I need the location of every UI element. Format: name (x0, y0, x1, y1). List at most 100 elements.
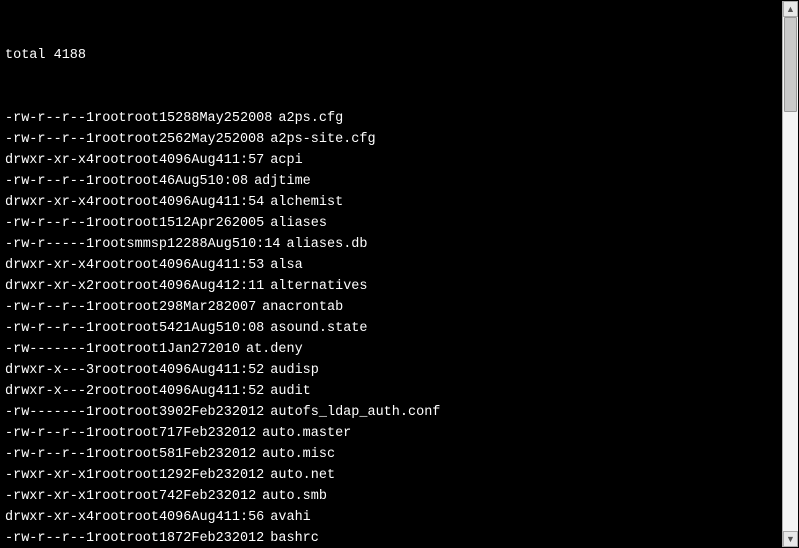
group-cell: root (127, 216, 159, 231)
time-cell: 2008 (240, 111, 272, 126)
group-cell: root (127, 300, 159, 315)
day-cell: 23 (216, 405, 232, 420)
listing-row: -rw-r--r--1rootroot46Aug510:08adjtime (5, 171, 782, 192)
day-cell: 26 (216, 216, 232, 231)
permissions-cell: -rw-r--r-- (5, 426, 86, 441)
day-cell: 5 (199, 174, 207, 189)
day-cell: 4 (216, 279, 224, 294)
month-cell: Aug (208, 237, 232, 252)
filename-cell: alternatives (264, 279, 367, 294)
time-cell: 2010 (208, 342, 240, 357)
filename-cell: at.deny (240, 342, 303, 357)
month-cell: Aug (191, 258, 215, 273)
links-cell: 1 (86, 468, 94, 483)
month-cell: Aug (191, 363, 215, 378)
filename-cell: acpi (264, 153, 302, 168)
links-cell: 4 (86, 258, 94, 273)
time-cell: 2012 (232, 405, 264, 420)
permissions-cell: -rw-r----- (5, 237, 86, 252)
time-cell: 10:08 (224, 321, 265, 336)
size-cell: 4096 (159, 258, 191, 273)
day-cell: 23 (208, 447, 224, 462)
links-cell: 1 (86, 405, 94, 420)
month-cell: Apr (191, 216, 215, 231)
listing-row: -rwxr-xr-x1rootroot742Feb232012auto.smb (5, 486, 782, 507)
filename-cell: anacrontab (256, 300, 343, 315)
group-cell: root (127, 321, 159, 336)
owner-cell: root (94, 426, 126, 441)
owner-cell: root (94, 132, 126, 147)
day-cell: 4 (216, 363, 224, 378)
group-cell: root (127, 531, 159, 546)
filename-cell: alsa (264, 258, 302, 273)
links-cell: 1 (86, 342, 94, 357)
size-cell: 581 (159, 447, 183, 462)
day-cell: 23 (216, 468, 232, 483)
permissions-cell: drwxr-x--- (5, 363, 86, 378)
terminal-output[interactable]: total 4188 -rw-r--r--1rootroot15288May25… (1, 1, 782, 547)
permissions-cell: drwxr-xr-x (5, 195, 86, 210)
permissions-cell: -rw------- (5, 342, 86, 357)
size-cell: 742 (159, 489, 183, 504)
ls-total-line: total 4188 (5, 45, 782, 66)
group-cell: root (127, 279, 159, 294)
month-cell: Feb (183, 447, 207, 462)
listing-row: -rw-r--r--1rootroot581Feb232012auto.misc (5, 444, 782, 465)
time-cell: 11:52 (224, 384, 265, 399)
group-cell: root (127, 468, 159, 483)
permissions-cell: -rw-r--r-- (5, 132, 86, 147)
size-cell: 4096 (159, 195, 191, 210)
links-cell: 1 (86, 132, 94, 147)
listing-row: drwxr-x---3rootroot4096Aug411:52audisp (5, 360, 782, 381)
group-cell: smmsp (127, 237, 168, 252)
links-cell: 1 (86, 531, 94, 546)
permissions-cell: -rw-r--r-- (5, 531, 86, 546)
month-cell: Jan (167, 342, 191, 357)
size-cell: 2562 (159, 132, 191, 147)
filename-cell: autofs_ldap_auth.conf (264, 405, 440, 420)
day-cell: 5 (216, 321, 224, 336)
filename-cell: bashrc (264, 531, 319, 546)
time-cell: 11:52 (224, 363, 265, 378)
scroll-up-button[interactable]: ▲ (783, 1, 798, 17)
owner-cell: root (94, 111, 126, 126)
size-cell: 15288 (159, 111, 200, 126)
group-cell: root (127, 363, 159, 378)
time-cell: 11:56 (224, 510, 265, 525)
day-cell: 23 (216, 531, 232, 546)
month-cell: May (191, 132, 215, 147)
links-cell: 4 (86, 195, 94, 210)
size-cell: 3902 (159, 405, 191, 420)
day-cell: 4 (216, 153, 224, 168)
filename-cell: audit (264, 384, 311, 399)
owner-cell: root (94, 279, 126, 294)
size-cell: 5421 (159, 321, 191, 336)
vertical-scrollbar[interactable]: ▲ ▼ (782, 1, 798, 547)
listing-row: drwxr-xr-x2rootroot4096Aug412:11alternat… (5, 276, 782, 297)
scroll-down-button[interactable]: ▼ (783, 531, 798, 547)
links-cell: 1 (86, 300, 94, 315)
size-cell: 1 (159, 342, 167, 357)
owner-cell: root (94, 258, 126, 273)
month-cell: Mar (183, 300, 207, 315)
listing-row: -rw-r--r--1rootroot1512Apr262005aliases (5, 213, 782, 234)
size-cell: 4096 (159, 153, 191, 168)
links-cell: 1 (86, 321, 94, 336)
time-cell: 11:57 (224, 153, 265, 168)
owner-cell: root (94, 363, 126, 378)
owner-cell: root (94, 342, 126, 357)
filename-cell: alchemist (264, 195, 343, 210)
month-cell: Aug (191, 384, 215, 399)
time-cell: 2012 (224, 447, 256, 462)
month-cell: Aug (191, 510, 215, 525)
listing-row: -rw-r--r--1rootroot1872Feb232012bashrc (5, 528, 782, 547)
scrollbar-thumb[interactable] (784, 17, 797, 112)
links-cell: 1 (86, 111, 94, 126)
size-cell: 1512 (159, 216, 191, 231)
permissions-cell: drwxr-xr-x (5, 510, 86, 525)
month-cell: Feb (191, 405, 215, 420)
group-cell: root (127, 195, 159, 210)
filename-cell: a2ps-site.cfg (264, 132, 375, 147)
scrollbar-track[interactable] (783, 17, 798, 531)
filename-cell: adjtime (248, 174, 311, 189)
